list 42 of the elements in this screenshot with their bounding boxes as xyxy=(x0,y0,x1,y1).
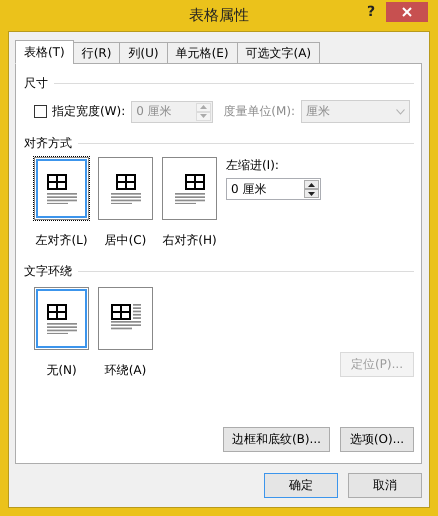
tab[interactable]: 行(R) xyxy=(72,42,120,64)
field-label: 左缩进(I): xyxy=(226,157,280,174)
layout-option-button[interactable] xyxy=(34,157,89,220)
tab[interactable]: 可选文字(A) xyxy=(236,42,320,64)
layout-option-button[interactable] xyxy=(98,157,153,220)
section-heading: 尺寸 xyxy=(24,74,48,92)
table-layout-icon xyxy=(174,174,204,204)
cancel-button[interactable]: 取消 xyxy=(348,473,422,498)
table-layout-icon xyxy=(46,304,76,334)
ok-button[interactable]: 确定 xyxy=(264,473,338,498)
option-label: 右对齐(H) xyxy=(162,232,217,249)
dialog-button[interactable]: 边框和底纹(B)... xyxy=(222,427,330,452)
down-arrow-icon xyxy=(308,192,315,196)
close-button[interactable] xyxy=(386,2,428,22)
table-layout-icon xyxy=(110,174,140,204)
layout-option-button[interactable] xyxy=(162,157,217,220)
window-title: 表格属性 xyxy=(189,6,249,25)
dialog-button[interactable]: 选项(O)... xyxy=(340,427,414,452)
layout-option-button[interactable] xyxy=(98,287,153,350)
section-heading: 文字环绕 xyxy=(24,262,72,280)
option-label: 左对齐(L) xyxy=(35,232,88,249)
help-button[interactable]: ? xyxy=(356,2,386,22)
field-value: 0 厘米 xyxy=(230,180,268,198)
option-label: 无(N) xyxy=(46,362,77,379)
tab[interactable]: 表格(T) xyxy=(15,40,74,64)
checkbox[interactable] xyxy=(34,105,47,118)
layout-option-button[interactable] xyxy=(34,287,89,350)
section-heading: 对齐方式 xyxy=(24,134,72,152)
spin-down-button[interactable] xyxy=(304,189,319,198)
spin-up-button[interactable] xyxy=(304,180,319,189)
field-label: 度量单位(M): xyxy=(223,103,296,120)
up-arrow-icon xyxy=(308,182,315,186)
field-value: 0 厘米 xyxy=(135,103,173,120)
option-label: 环绕(A) xyxy=(104,362,146,379)
chevron-down-icon xyxy=(396,108,406,114)
table-layout-icon xyxy=(46,174,76,204)
up-arrow-icon xyxy=(200,105,208,109)
close-icon xyxy=(402,7,412,17)
down-arrow-icon xyxy=(200,114,208,118)
checkbox-label: 指定宽度(W): xyxy=(52,103,126,120)
option-label: 居中(C) xyxy=(104,232,146,249)
spin-field[interactable]: 0 厘米 xyxy=(226,178,321,200)
